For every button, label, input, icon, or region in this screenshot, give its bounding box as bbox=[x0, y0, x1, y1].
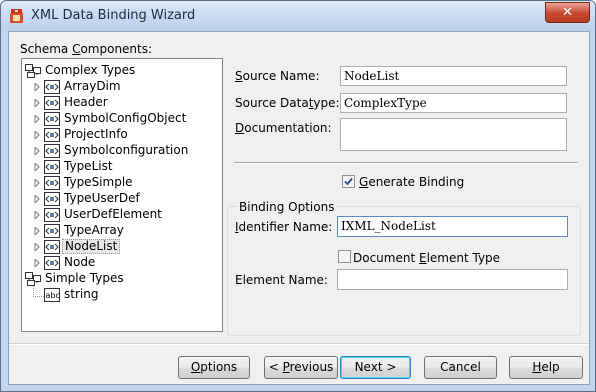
tree-node[interactable]: UserDefElement bbox=[22, 207, 220, 223]
expand-arrow-icon[interactable] bbox=[33, 195, 41, 203]
expand-arrow-icon[interactable] bbox=[33, 99, 41, 107]
app-icon bbox=[10, 9, 23, 23]
tree-node-label: Node bbox=[64, 255, 96, 269]
expand-arrow-icon[interactable] bbox=[33, 83, 41, 91]
expand-arrow-icon[interactable] bbox=[33, 115, 41, 123]
tree-node-label: TypeUserDef bbox=[64, 191, 140, 205]
options-button[interactable]: Options bbox=[178, 356, 250, 379]
tree-node[interactable]: NodeList bbox=[22, 239, 220, 255]
abc-simple-type-icon: abc bbox=[44, 288, 60, 302]
cancel-button[interactable]: Cancel bbox=[424, 356, 497, 379]
tree-node-label: Simple Types bbox=[45, 271, 124, 285]
document-element-type-checkbox[interactable] bbox=[338, 250, 351, 263]
tree-node-label: Symbolconfiguration bbox=[64, 143, 189, 157]
expand-arrow-icon[interactable] bbox=[33, 211, 41, 219]
tree-node-label: string bbox=[64, 287, 99, 301]
tree-node-label: TypeList bbox=[64, 159, 113, 173]
binding-options-legend: Binding Options bbox=[237, 200, 337, 214]
expand-arrow-icon[interactable] bbox=[33, 147, 41, 155]
tree-node[interactable]: Complex Types bbox=[22, 63, 220, 79]
complex-type-icon bbox=[44, 128, 60, 142]
expand-arrow-icon[interactable] bbox=[33, 227, 41, 235]
element-name-field[interactable] bbox=[337, 269, 568, 290]
complex-type-icon bbox=[44, 208, 60, 222]
tree-node[interactable]: TypeList bbox=[22, 159, 220, 175]
complex-type-icon bbox=[44, 144, 60, 158]
close-button[interactable]: ✕ bbox=[545, 2, 590, 23]
source-datatype-field[interactable]: ComplexType bbox=[340, 93, 567, 113]
tree-node[interactable]: TypeUserDef bbox=[22, 191, 220, 207]
complex-type-icon bbox=[44, 256, 60, 270]
tree-node[interactable]: Symbolconfiguration bbox=[22, 143, 220, 159]
tree-node[interactable]: TypeArray bbox=[22, 223, 220, 239]
documentation-field[interactable] bbox=[340, 118, 567, 151]
tree-node-label: TypeArray bbox=[64, 223, 124, 237]
expand-arrow-icon[interactable] bbox=[33, 163, 41, 171]
source-datatype-label: Source Datatype: bbox=[235, 96, 340, 110]
generate-binding-checkbox[interactable] bbox=[342, 175, 355, 188]
tree-node[interactable]: ProjectInfo bbox=[22, 127, 220, 143]
tree-node-label: Complex Types bbox=[45, 63, 136, 77]
complex-type-icon bbox=[44, 192, 60, 206]
tree-node-label: ArrayDim bbox=[64, 79, 121, 93]
checkmark-icon bbox=[344, 177, 353, 186]
tree-node-label: NodeList bbox=[62, 239, 121, 254]
expand-arrow-icon[interactable] bbox=[33, 131, 41, 139]
tree-node-label: SymbolConfigObject bbox=[64, 111, 187, 125]
generate-binding-label[interactable]: Generate Binding bbox=[359, 175, 464, 189]
source-name-label: Source Name: bbox=[235, 69, 320, 83]
wizard-window: XML Data Binding Wizard ✕ Schema Compone… bbox=[0, 0, 596, 392]
simple-types-folder-icon bbox=[25, 272, 41, 286]
tree-node[interactable]: abc string bbox=[22, 287, 220, 303]
complex-type-icon bbox=[44, 176, 60, 190]
tree-node-label: ProjectInfo bbox=[64, 127, 128, 141]
tree-node[interactable]: TypeSimple bbox=[22, 175, 220, 191]
previous-button[interactable]: < Previous bbox=[264, 356, 338, 379]
tree-node[interactable]: Header bbox=[22, 95, 220, 111]
element-name-label: Element Name: bbox=[235, 273, 328, 287]
tree-node[interactable]: Node bbox=[22, 255, 220, 271]
tree-node-label: TypeSimple bbox=[64, 175, 133, 189]
schema-tree[interactable]: Complex Types ArrayDim Header SymbolConfigO… bbox=[21, 58, 223, 332]
complex-type-icon bbox=[44, 112, 60, 126]
tree-node[interactable]: ArrayDim bbox=[22, 79, 220, 95]
documentation-label: Documentation: bbox=[235, 121, 332, 135]
document-element-type-label[interactable]: Document Element Type bbox=[353, 251, 500, 265]
title-bar[interactable]: XML Data Binding Wizard ✕ bbox=[1, 1, 595, 31]
window-title: XML Data Binding Wizard bbox=[31, 8, 196, 23]
complex-type-icon bbox=[44, 240, 60, 254]
wizard-body: Schema Components: Complex Types ArrayDim… bbox=[8, 31, 590, 385]
expand-arrow-icon[interactable] bbox=[33, 179, 41, 187]
tree-connector bbox=[33, 286, 44, 297]
complex-type-icon bbox=[44, 224, 60, 238]
tree-node[interactable]: Simple Types bbox=[22, 271, 220, 287]
expand-arrow-icon[interactable] bbox=[33, 243, 41, 251]
footer-separator bbox=[9, 343, 589, 345]
expand-arrow-icon[interactable] bbox=[33, 259, 41, 267]
source-name-field[interactable]: NodeList bbox=[340, 66, 567, 86]
complex-type-icon bbox=[44, 96, 60, 110]
identifier-name-field[interactable]: IXML_NodeList bbox=[337, 216, 568, 237]
help-button[interactable]: Help bbox=[509, 356, 583, 379]
next-button[interactable]: Next > bbox=[340, 356, 411, 379]
schema-components-label: Schema Components: bbox=[20, 42, 153, 56]
svg-text:abc: abc bbox=[46, 291, 60, 300]
complex-type-icon bbox=[44, 160, 60, 174]
details-separator bbox=[234, 162, 578, 164]
complex-types-folder-icon bbox=[25, 64, 41, 78]
tree-node-label: UserDefElement bbox=[64, 207, 162, 221]
tree-node-label: Header bbox=[64, 95, 108, 109]
identifier-name-label: Identifier Name: bbox=[235, 220, 333, 234]
tree-node[interactable]: SymbolConfigObject bbox=[22, 111, 220, 127]
complex-type-icon bbox=[44, 80, 60, 94]
